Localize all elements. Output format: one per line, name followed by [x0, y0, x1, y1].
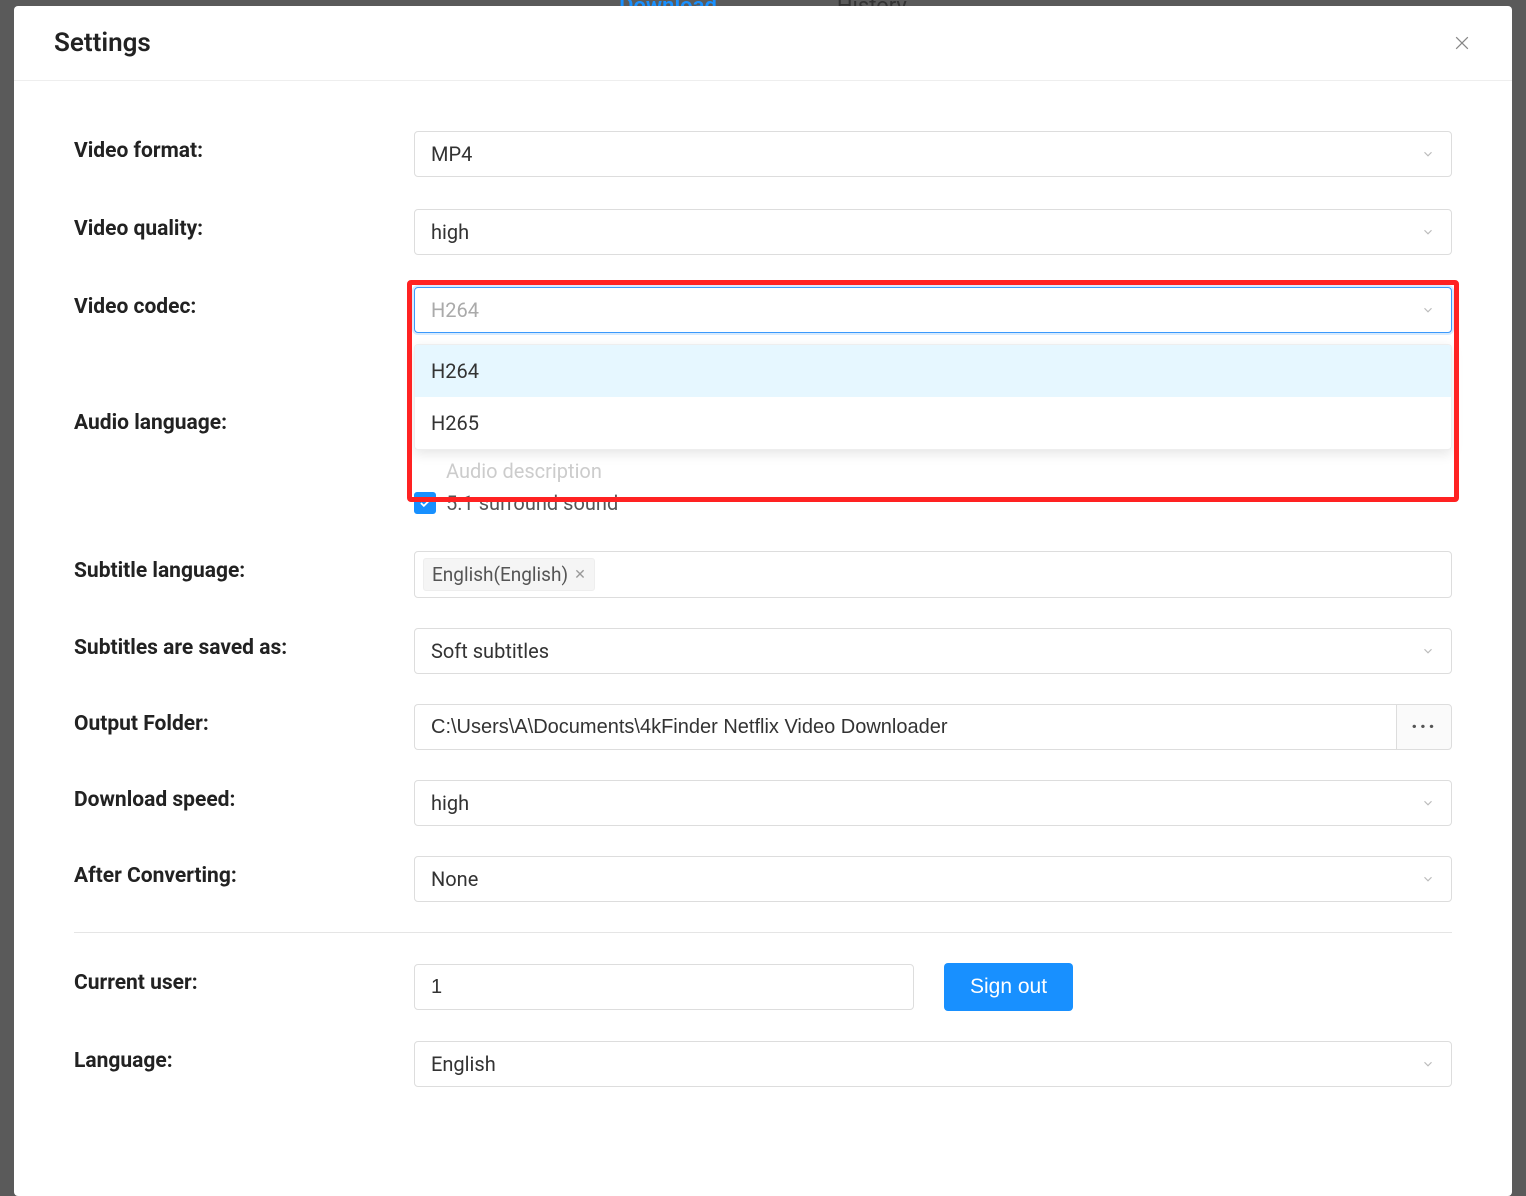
label-after-converting: After Converting: [74, 856, 414, 888]
dropdown-option-h265[interactable]: H265 [415, 397, 1451, 449]
surround-label: 5.1 surround sound [446, 491, 618, 515]
modal-body: Video format: MP4 Video quality: high Vi… [14, 81, 1512, 1127]
row-video-format: Video format: MP4 [74, 131, 1452, 177]
modal-header: Settings [14, 6, 1512, 81]
select-value: Soft subtitles [431, 639, 549, 663]
browse-button[interactable]: ··· [1396, 704, 1452, 750]
select-value: high [431, 220, 469, 244]
row-video-codec: Video codec: H264 H264 H265 [74, 287, 1452, 333]
row-current-user: Current user: Sign out [74, 963, 1452, 1011]
dropdown-option-h264[interactable]: H264 [415, 345, 1451, 397]
sign-out-button[interactable]: Sign out [944, 963, 1073, 1011]
label-video-codec: Video codec: [74, 287, 414, 319]
settings-modal: Settings Video format: MP4 Video quality… [14, 6, 1512, 1196]
row-language: Language: English [74, 1041, 1452, 1087]
row-after-converting: After Converting: None [74, 856, 1452, 902]
select-value: H264 [431, 298, 479, 322]
close-icon[interactable] [1452, 33, 1472, 53]
checkbox-surround[interactable] [414, 492, 436, 514]
select-download-speed[interactable]: high [414, 780, 1452, 826]
label-subtitle-language: Subtitle language: [74, 551, 414, 583]
label-video-format: Video format: [74, 131, 414, 163]
chevron-down-icon [1421, 303, 1435, 317]
select-value: None [431, 867, 478, 891]
row-download-speed: Download speed: high [74, 780, 1452, 826]
select-subtitles-saved-as[interactable]: Soft subtitles [414, 628, 1452, 674]
dropdown-video-codec: H264 H265 [414, 344, 1452, 450]
select-value: MP4 [431, 142, 472, 166]
chevron-down-icon [1421, 644, 1435, 658]
row-subtitle-language: Subtitle language: English(English) ✕ [74, 551, 1452, 598]
tag-remove-icon[interactable]: ✕ [574, 567, 586, 583]
select-language[interactable]: English [414, 1041, 1452, 1087]
select-value: English [431, 1052, 496, 1076]
row-output-folder: Output Folder: ··· [74, 704, 1452, 750]
row-audio-description: Audio description [414, 459, 1452, 483]
select-subtitle-language[interactable]: English(English) ✕ [414, 551, 1452, 598]
modal-title: Settings [54, 28, 151, 58]
select-after-converting[interactable]: None [414, 856, 1452, 902]
label-download-speed: Download speed: [74, 780, 414, 812]
select-video-quality[interactable]: high [414, 209, 1452, 255]
chevron-down-icon [1421, 225, 1435, 239]
label-audio-language: Audio language: [74, 343, 414, 435]
input-output-folder[interactable] [414, 704, 1396, 750]
chevron-down-icon [1421, 872, 1435, 886]
label-current-user: Current user: [74, 963, 414, 995]
tag-label: English(English) [432, 563, 568, 586]
chevron-down-icon [1421, 1057, 1435, 1071]
audio-description-label: Audio description [446, 459, 602, 483]
input-current-user[interactable] [414, 964, 914, 1010]
label-language: Language: [74, 1041, 414, 1073]
select-value: high [431, 791, 469, 815]
row-surround: 5.1 surround sound [414, 491, 1452, 515]
tag-subtitle-english: English(English) ✕ [423, 558, 595, 591]
chevron-down-icon [1421, 147, 1435, 161]
row-video-quality: Video quality: high [74, 209, 1452, 255]
row-subtitles-saved-as: Subtitles are saved as: Soft subtitles [74, 628, 1452, 674]
label-subtitles-saved-as: Subtitles are saved as: [74, 628, 414, 660]
select-video-codec[interactable]: H264 [414, 287, 1452, 333]
label-output-folder: Output Folder: [74, 704, 414, 736]
chevron-down-icon [1421, 796, 1435, 810]
label-video-quality: Video quality: [74, 209, 414, 241]
divider [74, 932, 1452, 933]
select-video-format[interactable]: MP4 [414, 131, 1452, 177]
